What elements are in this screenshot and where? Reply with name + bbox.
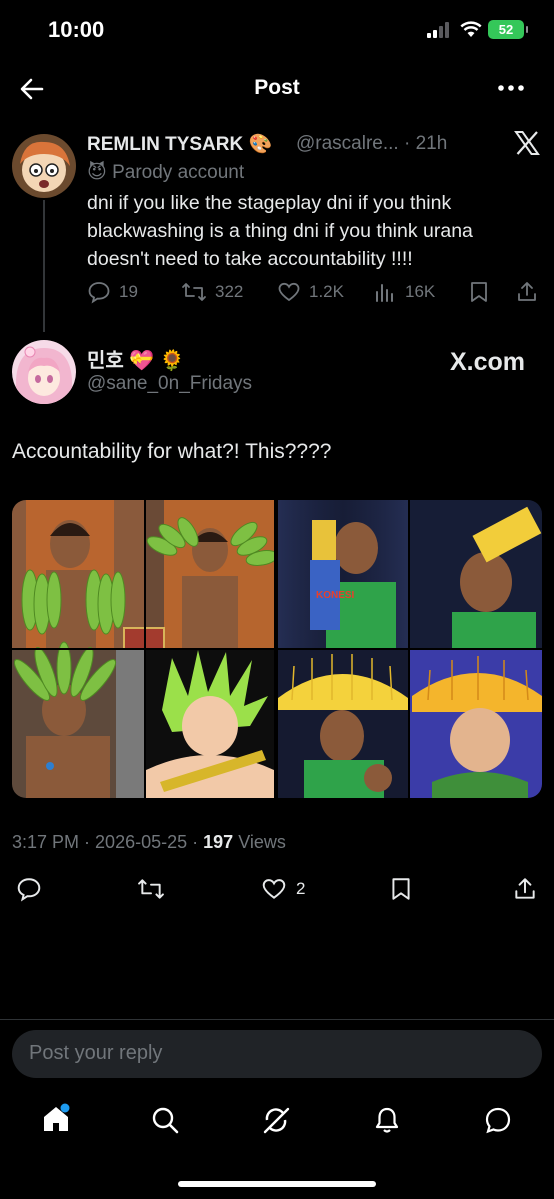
bookmark-icon[interactable]	[388, 876, 414, 902]
like-icon	[278, 282, 300, 302]
avatar[interactable]	[12, 134, 76, 198]
post-actions: 2	[12, 874, 542, 904]
author-name[interactable]: REMLIN TYSARK 🎨	[87, 132, 272, 156]
divider	[0, 1019, 554, 1020]
repost-icon[interactable]	[136, 876, 166, 902]
post-date: 2026-05-25	[95, 832, 188, 852]
views-icon	[376, 284, 393, 302]
signal-icon	[427, 22, 449, 38]
home-icon[interactable]	[40, 1103, 72, 1135]
like-button[interactable]: 1.2K	[277, 280, 344, 304]
battery-indicator: 52	[488, 20, 528, 39]
repost-icon	[182, 283, 206, 301]
parody-label: 😈 Parody account	[87, 162, 245, 183]
bookmark-icon[interactable]	[467, 280, 491, 304]
parody-mask-icon: 😈	[87, 162, 107, 183]
status-time: 10:00	[48, 17, 105, 42]
grok-icon[interactable]	[261, 1105, 291, 1135]
wifi-icon	[460, 21, 482, 37]
author-name[interactable]: 민호 💝 🌻	[87, 344, 185, 373]
views-label: Views	[238, 832, 286, 852]
repost-button[interactable]: 322	[181, 280, 243, 304]
views-count: 197	[203, 832, 234, 852]
like-button[interactable]: 2	[260, 876, 305, 902]
thread-line	[43, 200, 45, 332]
author-handle-time[interactable]: @rascalre... · 21h	[296, 133, 447, 155]
avatar[interactable]	[12, 340, 76, 404]
home-indicator	[178, 1181, 376, 1187]
reply-icon	[88, 282, 110, 304]
repost-count: 322	[215, 282, 244, 301]
image-caption: KONESI	[316, 590, 355, 601]
post-meta: 3:17 PM · 2026-05-25 · 197 Views	[12, 832, 286, 852]
tab-bar	[0, 1095, 554, 1155]
more-icon[interactable]	[496, 76, 526, 100]
author-handle[interactable]: @sane_0n_Fridays	[87, 373, 252, 395]
reply-button[interactable]: 19	[87, 280, 138, 304]
like-count: 1.2K	[309, 282, 344, 301]
post-text: dni if you like the stageplay dni if you…	[87, 192, 473, 270]
reply-count: 19	[119, 282, 138, 301]
reply-icon[interactable]	[16, 876, 42, 902]
views-count: 16K	[405, 282, 436, 301]
post-text: Accountability for what?! This????	[12, 440, 332, 463]
share-icon[interactable]	[512, 876, 538, 902]
post-actions: 19 322 1.2K 16K	[87, 280, 542, 308]
messages-icon[interactable]	[483, 1105, 513, 1135]
post-time: 3:17 PM	[12, 832, 80, 852]
share-icon[interactable]	[515, 280, 539, 304]
notifications-icon[interactable]	[372, 1105, 402, 1135]
page-title: Post	[254, 76, 300, 99]
views-button[interactable]: 16K	[373, 280, 435, 304]
x-com-badge: X.com	[450, 348, 526, 376]
reply-placeholder: Post your reply	[29, 1042, 163, 1064]
search-icon[interactable]	[150, 1105, 180, 1135]
like-icon	[262, 879, 286, 899]
x-logo-icon	[514, 131, 540, 155]
like-count: 2	[296, 879, 306, 898]
post-image[interactable]: KONESI	[12, 500, 542, 798]
